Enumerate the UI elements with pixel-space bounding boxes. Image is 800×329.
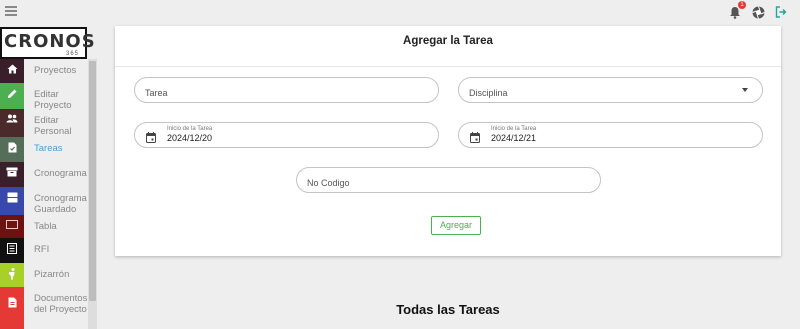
start-date-label: Inicio de la Tarea (167, 126, 213, 132)
table-icon (0, 215, 24, 238)
sidebar-item-editar-proyecto[interactable]: Editar Proyecto (0, 83, 88, 111)
task-input-placeholder: Tarea (145, 88, 168, 98)
calendar-icon[interactable] (470, 130, 480, 148)
sidebar-item-label: Tareas (34, 143, 63, 154)
logout-icon[interactable] (774, 5, 788, 19)
start-date-value: 2024/12/20 (167, 133, 213, 143)
file-icon (0, 287, 24, 329)
task-input[interactable]: Tarea (134, 77, 439, 103)
sidebar-item-label: RFI (34, 244, 50, 255)
person-icon (0, 263, 24, 287)
code-input-placeholder: No Codigo (307, 178, 350, 188)
sidebar-item-label: Proyectos (34, 65, 77, 76)
divider (115, 66, 781, 67)
sidebar-item-label: Editar Proyecto (34, 89, 72, 111)
scrollbar-thumb[interactable] (89, 61, 96, 301)
add-task-button[interactable]: Agregar (431, 216, 481, 235)
aperture-icon[interactable] (751, 5, 765, 19)
menu-icon[interactable] (5, 6, 17, 16)
sidebar-item-label: Tabla (34, 221, 57, 232)
sidebar-item-cronograma-guardado[interactable]: Cronograma Guardado (0, 187, 88, 215)
app-logo[interactable]: CRONOS 365 (0, 27, 95, 59)
sidebar-item-tabla[interactable]: Tabla (0, 215, 88, 238)
code-input[interactable]: No Codigo (296, 167, 601, 193)
discipline-select-placeholder: Disciplina (469, 88, 508, 98)
sidebar-item-label: Editar Personal (34, 115, 72, 137)
sidebar-item-pizarron[interactable]: Pizarrón (0, 263, 88, 287)
end-date-value: 2024/12/21 (491, 133, 537, 143)
start-date-field[interactable]: Inicio de la Tarea 2024/12/20 (134, 122, 439, 148)
sidebar-scrollbar[interactable] (88, 59, 97, 329)
calendar-icon[interactable] (146, 130, 156, 148)
document-check-icon (0, 137, 24, 162)
card-title: Agregar la Tarea (403, 35, 493, 47)
people-icon (0, 109, 24, 137)
notification-badge: 1 (738, 1, 746, 9)
sidebar-item-label: Cronograma (34, 168, 87, 179)
sidebar-item-label: Pizarrón (34, 269, 70, 280)
pencil-icon (0, 83, 24, 109)
chevron-down-icon (742, 88, 748, 92)
sidebar-item-label: Cronograma Guardado (34, 193, 87, 215)
home-icon (0, 59, 24, 83)
sidebar-item-editar-personal[interactable]: Editar Personal (0, 109, 88, 137)
end-date-field[interactable]: Inicio de la Tarea 2024/12/21 (458, 122, 763, 148)
top-bar: 1 (0, 0, 800, 26)
logo-text: CRONOS (4, 31, 96, 52)
sidebar-item-label: Documentos del Proyecto (34, 293, 88, 315)
add-task-card: Agregar la Tarea Tarea Disciplina Inicio… (115, 26, 781, 256)
end-date-label: Inicio de la Tarea (491, 126, 537, 132)
bell-icon[interactable]: 1 (728, 1, 746, 19)
storage-icon (0, 187, 24, 215)
sidebar-item-proyectos[interactable]: Proyectos (0, 59, 88, 83)
archive-icon (0, 162, 24, 187)
sidebar: Proyectos Editar Proyecto Editar Persona… (0, 59, 97, 329)
sidebar-item-rfi[interactable]: RFI (0, 238, 88, 263)
list-icon (0, 238, 24, 263)
sidebar-item-documentos-del-proyecto[interactable]: Documentos del Proyecto (0, 287, 88, 329)
sidebar-item-cronograma[interactable]: Cronograma (0, 162, 88, 187)
discipline-select[interactable]: Disciplina (458, 77, 763, 103)
logo-subtext: 365 (65, 51, 79, 57)
sidebar-item-tareas[interactable]: Tareas (0, 137, 88, 162)
all-tasks-heading: Todas las Tareas (396, 302, 500, 317)
